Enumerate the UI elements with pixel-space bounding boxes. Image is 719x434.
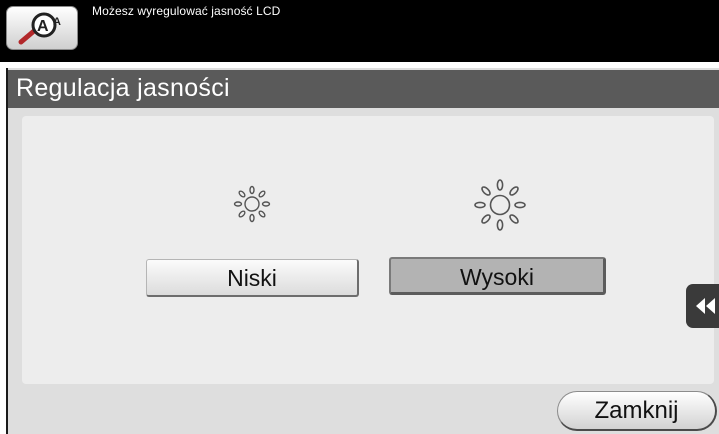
close-button[interactable]: Zamknij <box>557 391 717 431</box>
page-title: Regulacja jasności <box>16 74 230 102</box>
double-chevron-left-icon <box>696 298 715 314</box>
accessibility-button[interactable]: A A <box>6 6 78 50</box>
svg-text:A: A <box>37 18 49 35</box>
content-panel <box>22 116 714 384</box>
brightness-screen: A A Możesz wyregulować jasność LCD Regul… <box>0 0 719 434</box>
sun-large-icon <box>474 179 526 231</box>
svg-text:A: A <box>53 16 61 28</box>
message-bar: A A Możesz wyregulować jasność LCD <box>0 0 719 62</box>
accessibility-zoom-icon: A A <box>18 12 61 45</box>
brightness-low-button[interactable]: Niski <box>146 259 359 297</box>
brightness-high-button[interactable]: Wysoki <box>389 257 606 295</box>
sun-small-icon <box>233 185 271 223</box>
status-message: Możesz wyregulować jasność LCD <box>92 4 281 18</box>
title-bar: Regulacja jasności <box>8 70 719 108</box>
side-panel-tab[interactable] <box>686 284 719 328</box>
